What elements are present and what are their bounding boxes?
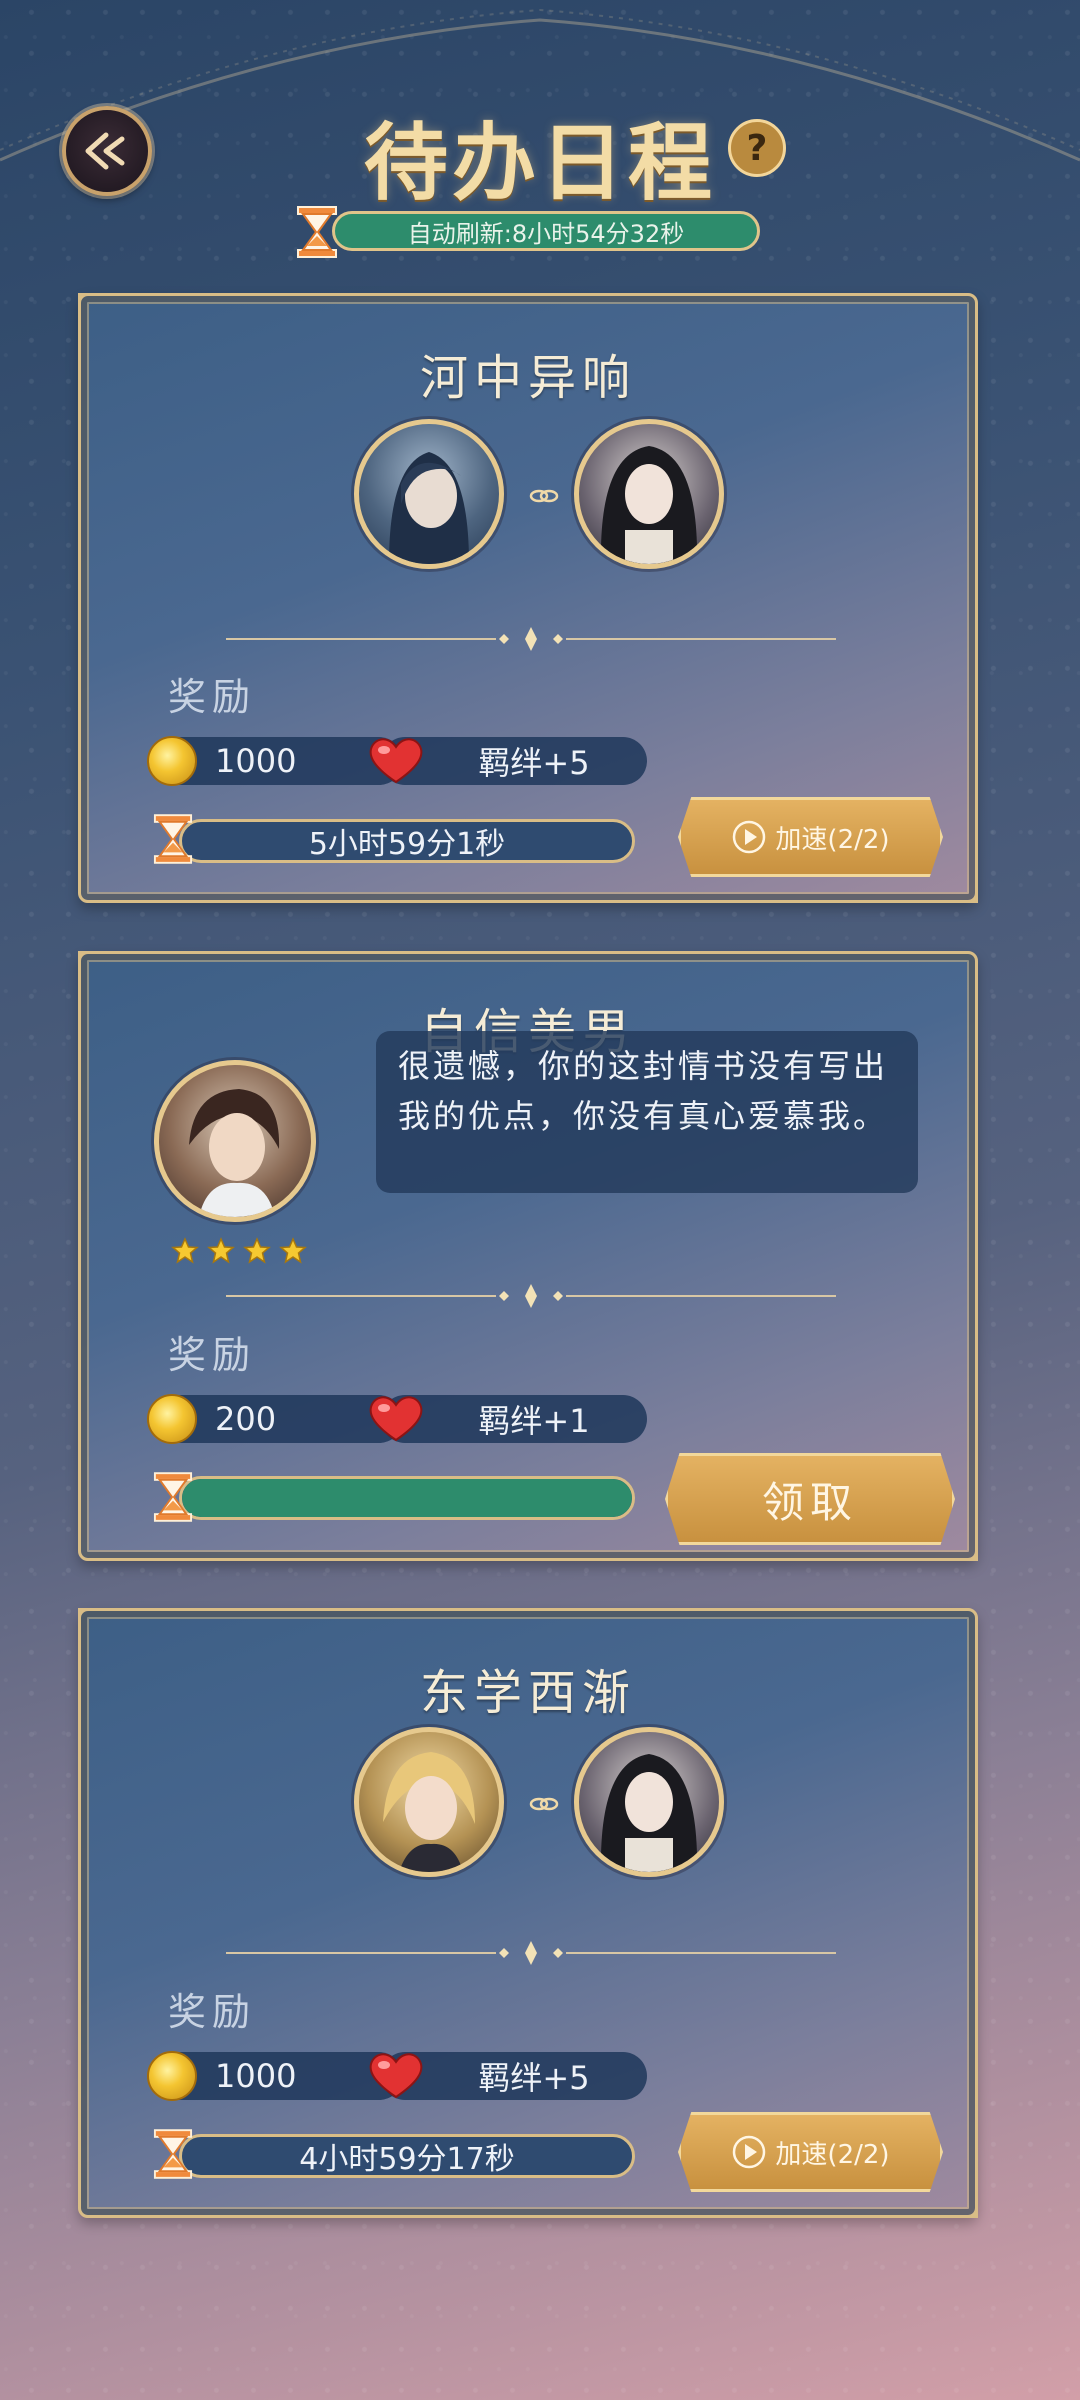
bond-amount: 羁绊+5 [478, 2059, 590, 2097]
reward-label: 奖励 [168, 1990, 257, 2034]
star-icon [279, 1237, 307, 1264]
coin-amount: 1000 [215, 742, 297, 780]
star-icon [243, 1237, 271, 1264]
card-title: 东学西渐 [419, 1665, 636, 1721]
back-arrow-icon [85, 132, 125, 170]
schedule-card-2: 自信美男 很遗憾，你的这封情书没有写出我的优点，你没有真心爱慕我。 奖励 200… [78, 951, 978, 1561]
avatar-heroine[interactable] [574, 1727, 724, 1877]
reward-label: 奖励 [168, 675, 257, 719]
help-button[interactable]: ? [728, 119, 786, 177]
play-icon [733, 2135, 766, 2169]
card-title: 河中异响 [419, 350, 636, 406]
schedule-card-3: 东学西渐 奖励 1000 羁绊+5 4小时59分17秒 加速(2/2) [78, 1608, 978, 2218]
coin-amount: 1000 [215, 2057, 297, 2095]
claim-label: 领取 [761, 1477, 858, 1527]
back-button[interactable] [62, 106, 152, 196]
countdown-timer: 5小时59分1秒 [179, 819, 635, 863]
progress-fill [182, 1479, 632, 1517]
link-icon [529, 1797, 559, 1811]
avatar-heroine[interactable] [574, 419, 724, 569]
character-message: 很遗憾，你的这封情书没有写出我的优点，你没有真心爱慕我。 [376, 1031, 918, 1193]
ornament-divider [226, 627, 836, 651]
play-icon [733, 820, 766, 854]
star-icon [171, 1237, 199, 1264]
star-icon [207, 1237, 235, 1264]
progress-bar [179, 1476, 635, 1520]
coin-icon [147, 1394, 197, 1444]
hourglass-icon [153, 814, 193, 864]
claim-button[interactable]: 领取 [665, 1453, 955, 1545]
schedule-card-1: 河中异响 奖励 1000 羁绊+5 5小时59分1秒 加速(2/2) [78, 293, 978, 903]
ornament-divider [226, 1284, 836, 1308]
hourglass-icon [153, 2129, 193, 2179]
reward-label: 奖励 [168, 1333, 257, 1377]
speed-up-button[interactable]: 加速(2/2) [678, 2112, 943, 2192]
heart-icon [369, 2053, 423, 2099]
heart-icon [369, 1396, 423, 1442]
speed-up-button[interactable]: 加速(2/2) [678, 797, 943, 877]
avatar-character-3[interactable] [354, 1727, 504, 1877]
bond-amount: 羁绊+5 [478, 744, 590, 782]
star-rating [171, 1237, 307, 1265]
speed-up-label: 加速(2/2) [775, 824, 890, 855]
coin-amount: 200 [215, 1400, 277, 1438]
ornament-divider [226, 1941, 836, 1965]
page-title: 待办日程 [363, 113, 716, 212]
hourglass-icon [153, 1472, 193, 1522]
avatar-character-2[interactable] [154, 1060, 316, 1222]
auto-refresh-timer: 自动刷新:8小时54分32秒 [332, 211, 760, 251]
avatar-character-1[interactable] [354, 419, 504, 569]
coin-icon [147, 2051, 197, 2101]
heart-icon [369, 738, 423, 784]
bond-amount: 羁绊+1 [478, 1402, 590, 1440]
speed-up-label: 加速(2/2) [775, 2139, 890, 2170]
link-icon [529, 489, 559, 503]
countdown-timer: 4小时59分17秒 [179, 2134, 635, 2178]
coin-icon [147, 736, 197, 786]
